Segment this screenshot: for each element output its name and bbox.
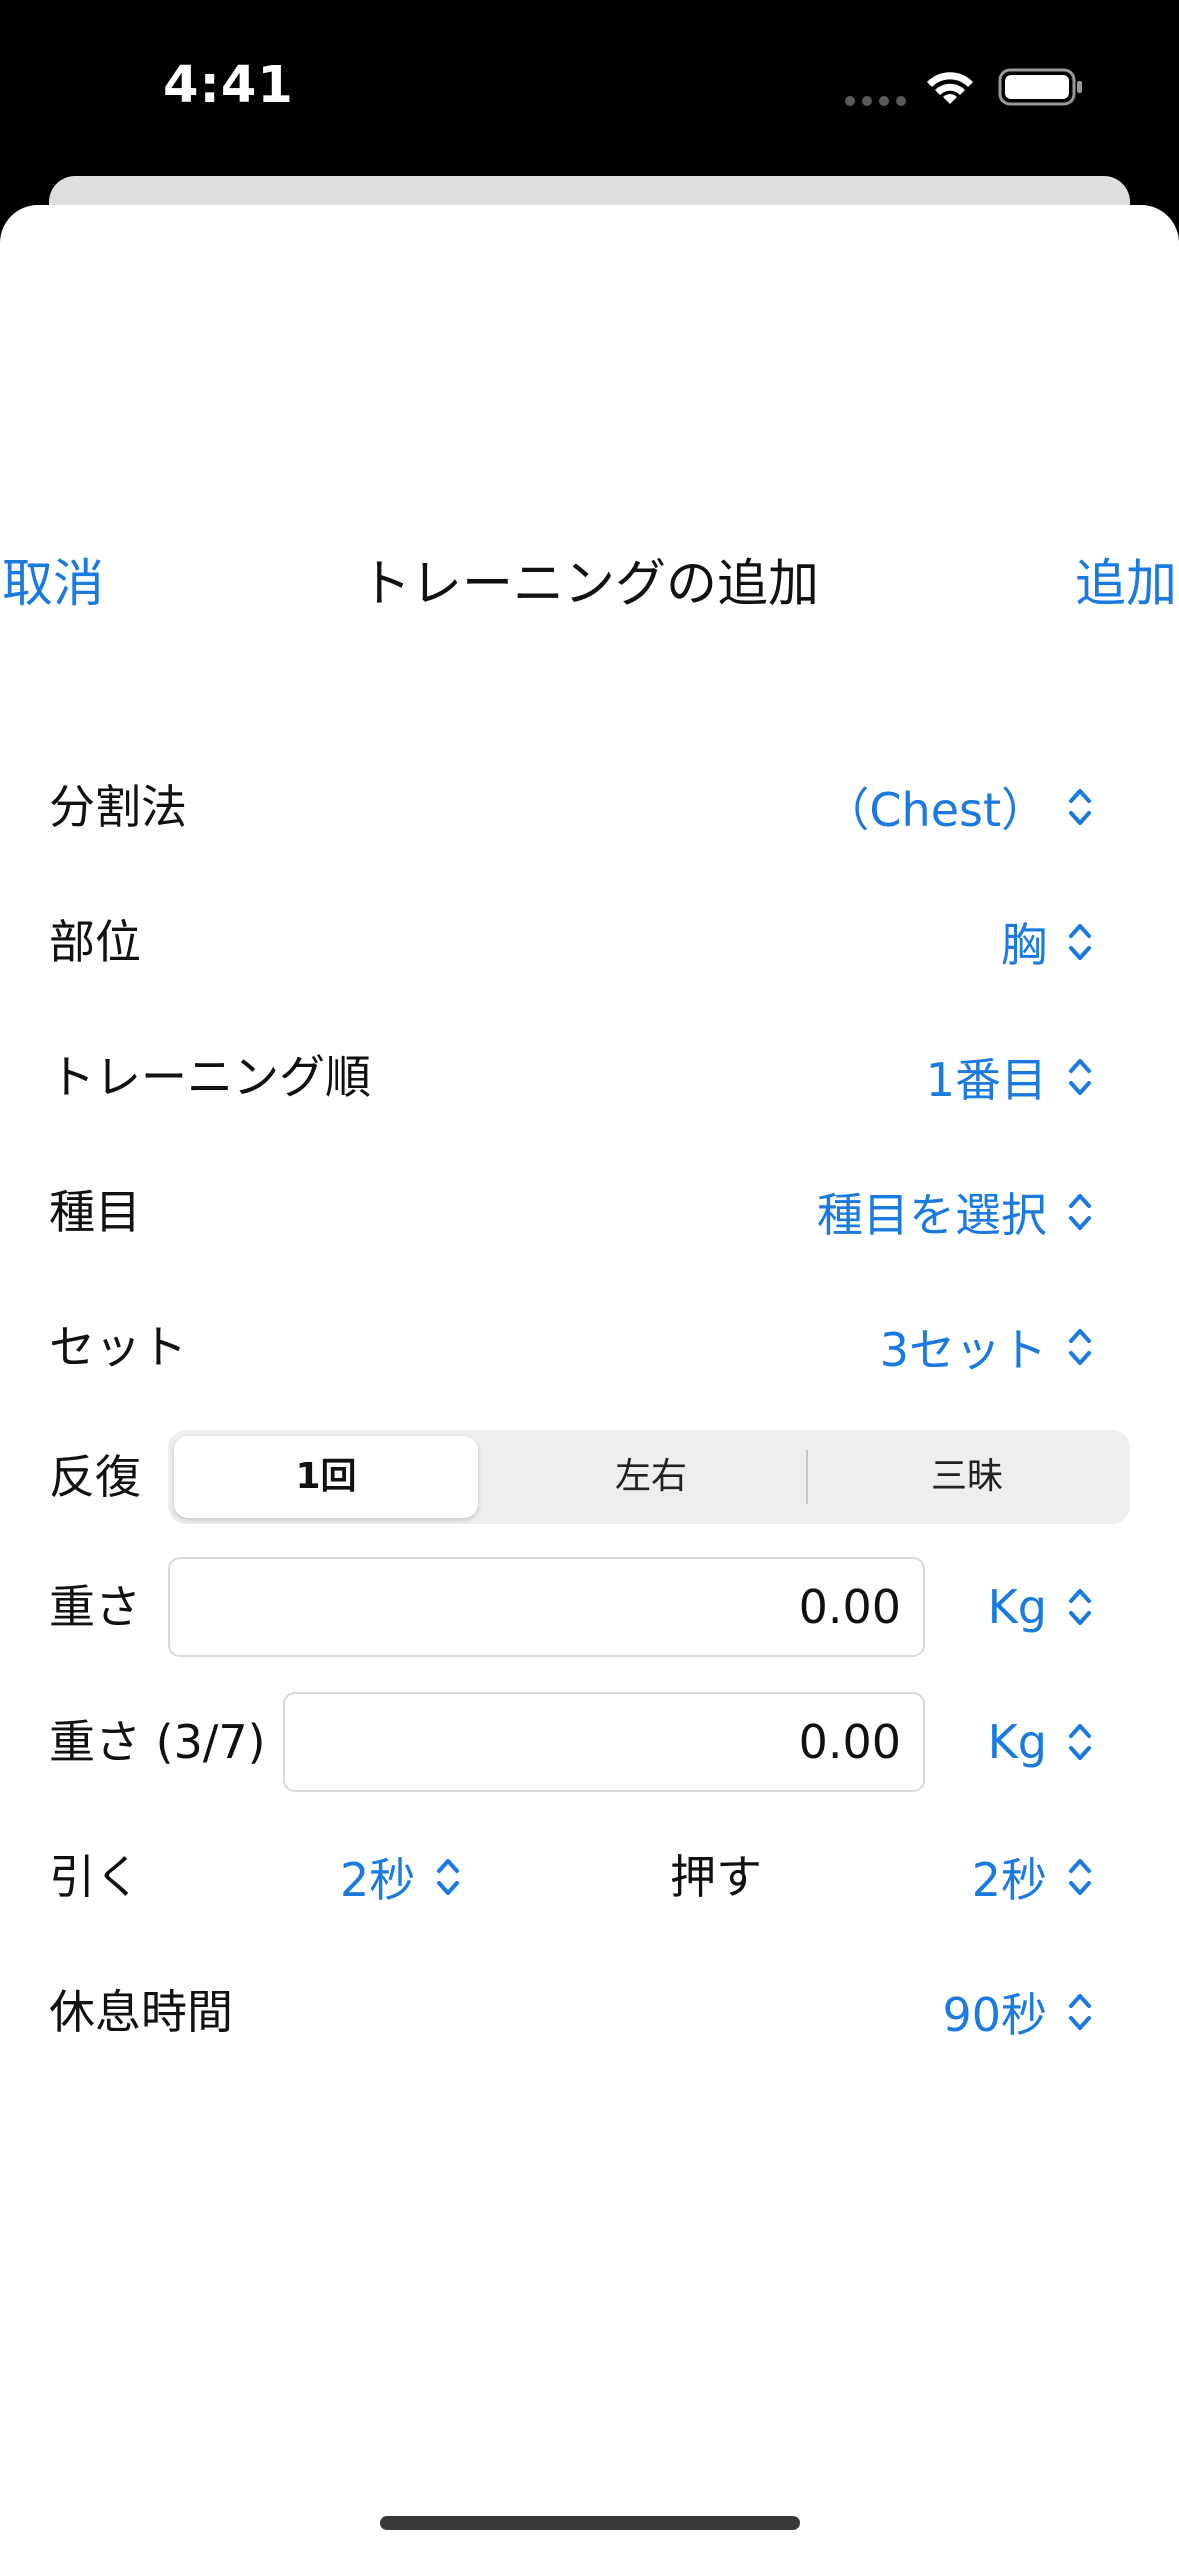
home-indicator[interactable] bbox=[380, 2516, 800, 2530]
weight-37-unit: Kg bbox=[987, 1715, 1047, 1769]
sets-row: セット 3セット bbox=[0, 1302, 1179, 1392]
exercise-label: 種目 bbox=[49, 1185, 141, 1239]
wifi-icon bbox=[927, 72, 973, 104]
chevron-up-down-icon bbox=[1069, 1059, 1091, 1095]
push-picker[interactable]: 2秒 bbox=[972, 1832, 1093, 1922]
part-label: 部位 bbox=[49, 915, 141, 969]
exercise-value: 種目を選択 bbox=[817, 1188, 1047, 1242]
part-value: 胸 bbox=[1001, 918, 1047, 972]
rest-value: 90秒 bbox=[942, 1988, 1047, 2042]
order-row: トレーニング順 1番目 bbox=[0, 1032, 1179, 1122]
tempo-row: 引く 2秒 押す 2秒 bbox=[0, 1832, 1179, 1922]
chevron-up-down-icon bbox=[1069, 924, 1091, 960]
rest-row: 休息時間 90秒 bbox=[0, 1967, 1179, 2057]
weight-37-label: 重さ (3/7) bbox=[49, 1715, 266, 1769]
pull-label: 引く bbox=[49, 1850, 141, 1904]
segment-left-right[interactable]: 左右 bbox=[498, 1430, 804, 1524]
part-picker[interactable]: 胸 bbox=[1001, 897, 1093, 987]
chevron-up-down-icon bbox=[1069, 1589, 1091, 1625]
status-bar: 4:41 bbox=[0, 0, 1179, 175]
add-button[interactable]: 追加 bbox=[1075, 555, 1177, 615]
chevron-up-down-icon bbox=[1069, 1994, 1091, 2030]
battery-icon bbox=[998, 68, 1082, 106]
exercise-picker[interactable]: 種目を選択 bbox=[817, 1167, 1093, 1257]
cellular-signal-icon bbox=[845, 96, 906, 106]
split-label: 分割法 bbox=[49, 780, 187, 834]
chevron-up-down-icon bbox=[1069, 1329, 1091, 1365]
pull-value: 2秒 bbox=[340, 1853, 416, 1907]
sets-picker[interactable]: 3セット bbox=[880, 1302, 1093, 1392]
segment-sanmai[interactable]: 三昧 bbox=[810, 1430, 1124, 1524]
push-label: 押す bbox=[670, 1850, 762, 1904]
order-label: トレーニング順 bbox=[49, 1050, 371, 1104]
weight-field[interactable]: 0.00 bbox=[168, 1557, 925, 1657]
sets-label: セット bbox=[49, 1320, 187, 1374]
rest-label: 休息時間 bbox=[49, 1985, 233, 2039]
part-row: 部位 胸 bbox=[0, 897, 1179, 987]
split-picker[interactable]: （Chest） bbox=[823, 762, 1093, 852]
chevron-up-down-icon bbox=[437, 1859, 460, 1895]
exercise-row: 種目 種目を選択 bbox=[0, 1167, 1179, 1257]
chevron-up-down-icon bbox=[1069, 1724, 1091, 1760]
chevron-up-down-icon bbox=[1069, 1194, 1091, 1230]
weight-37-field[interactable]: 0.00 bbox=[283, 1692, 925, 1792]
split-value: （Chest） bbox=[823, 783, 1047, 837]
reps-segmented-control: 1回 左右 三昧 bbox=[168, 1430, 1130, 1524]
split-row: 分割法 （Chest） bbox=[0, 762, 1179, 852]
chevron-up-down-icon bbox=[1069, 789, 1091, 825]
sets-value: 3セット bbox=[879, 1323, 1047, 1377]
segment-divider bbox=[806, 1450, 808, 1504]
page-title: トレーニングの追加 bbox=[359, 555, 819, 614]
chevron-up-down-icon bbox=[1069, 1859, 1091, 1895]
reps-label: 反復 bbox=[49, 1450, 141, 1504]
weight-unit-picker[interactable]: Kg bbox=[988, 1562, 1093, 1652]
pull-picker[interactable]: 2秒 bbox=[340, 1832, 461, 1922]
rest-picker[interactable]: 90秒 bbox=[942, 1967, 1093, 2057]
order-value: 1番目 bbox=[925, 1053, 1047, 1107]
weight-37-unit-picker[interactable]: Kg bbox=[988, 1697, 1093, 1787]
segment-once[interactable]: 1回 bbox=[174, 1436, 478, 1518]
order-picker[interactable]: 1番目 bbox=[926, 1032, 1093, 1122]
weight-label: 重さ bbox=[49, 1580, 141, 1634]
push-value: 2秒 bbox=[971, 1853, 1047, 1907]
status-time: 4:41 bbox=[163, 56, 294, 115]
weight-unit: Kg bbox=[987, 1580, 1047, 1634]
